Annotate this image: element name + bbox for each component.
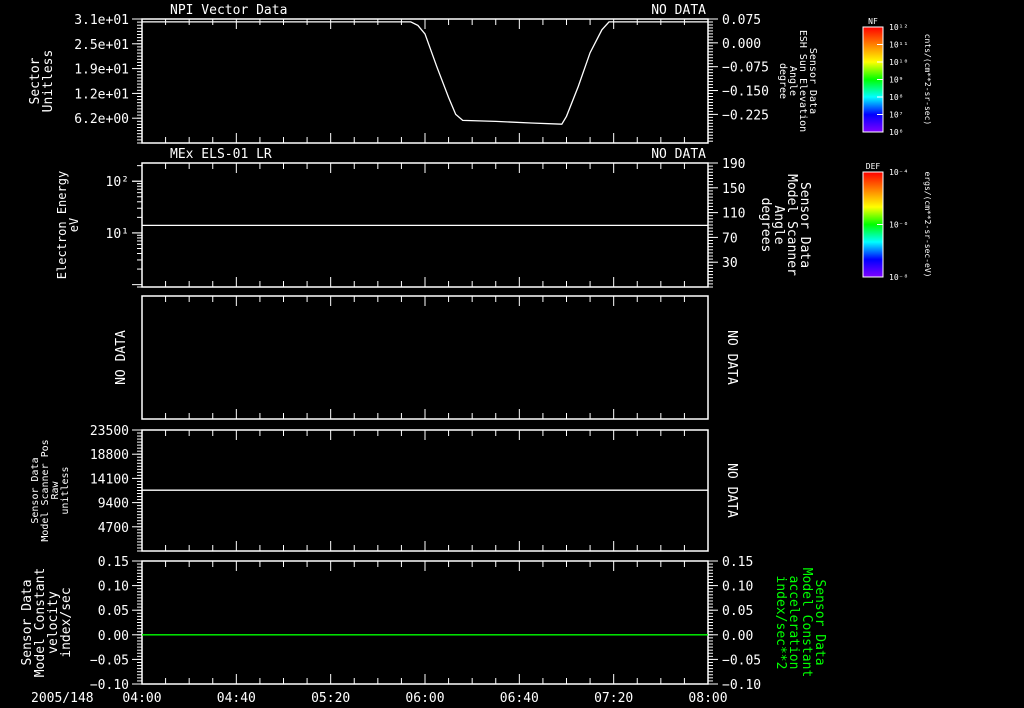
y-tick-label: 14100 xyxy=(90,472,129,487)
time-tick-label: 07:20 xyxy=(594,691,633,706)
y2-tick-label: −0.150 xyxy=(722,85,769,100)
y-axis-label: NO DATA xyxy=(114,330,129,385)
y-axis-label: eV xyxy=(67,218,81,232)
plot-frame xyxy=(141,18,709,144)
y-tick-label: 10² xyxy=(106,175,129,190)
colorbar-label: NF xyxy=(868,17,878,26)
series-line xyxy=(142,21,708,125)
panel-3: NO DATA NO DATA xyxy=(114,295,739,420)
plot-frame xyxy=(141,560,709,685)
y2-axis-label: NO DATA xyxy=(724,330,739,385)
y2-tick-label: 0.05 xyxy=(722,604,753,619)
colorbar-tick-label: 10⁸ xyxy=(889,93,903,102)
time-tick-label: 06:40 xyxy=(500,691,539,706)
colorbar-1: NF 10¹² 10¹¹ 10¹⁰ 10⁹ 10⁸ 10⁷ 10⁶ cnts/(cm**2-sr… xyxy=(862,17,932,137)
y-axis-label: unitless xyxy=(60,466,71,514)
y2-tick-label: 30 xyxy=(722,256,738,271)
y2-tick-label: 150 xyxy=(722,182,745,197)
colorbar-tick-label: 10⁹ xyxy=(889,76,903,85)
y2-tick-label: 0.10 xyxy=(722,580,753,595)
y-tick-label: 1.2e+01 xyxy=(74,87,129,102)
y2-tick-label: −0.225 xyxy=(722,108,769,123)
y-tick-label: 0.00 xyxy=(98,629,129,644)
y2-axis-label: degrees xyxy=(758,198,773,253)
y2-tick-label: 110 xyxy=(722,207,745,222)
y2-tick-label: 190 xyxy=(722,157,745,172)
colorbar-tick-label: 10⁶ xyxy=(889,128,903,137)
y2-tick-label: 0.000 xyxy=(722,37,761,52)
y2-tick-label: 0.15 xyxy=(722,555,753,570)
time-tick-label: 06:00 xyxy=(405,691,444,706)
y2-tick-label: −0.05 xyxy=(722,653,761,668)
panel-4: 23500188001410094004700Sensor Data Model … xyxy=(30,424,739,552)
multi-panel-time-series-plot: NPI Vector Data NO DATA 3.1e+01 2.5e+01 1.9e… xyxy=(20,3,932,706)
y-tick-label: −0.05 xyxy=(90,653,129,668)
colorbar-tick-label: 10¹⁰ xyxy=(889,58,908,67)
panel-1: NPI Vector Data NO DATA 3.1e+01 2.5e+01 1.9e… xyxy=(28,3,818,144)
time-tick-label: 04:00 xyxy=(122,691,161,706)
colorbar-tick-label: 10⁷ xyxy=(889,111,903,120)
y-tick-label: 9400 xyxy=(98,497,129,512)
y2-axis-label: index/sec**2 xyxy=(773,576,788,670)
y-tick-label: 0.15 xyxy=(98,555,129,570)
time-tick-label: 04:40 xyxy=(217,691,256,706)
y-tick-label: 23500 xyxy=(90,424,129,439)
y-tick-label: 18800 xyxy=(90,448,129,463)
plot-frame xyxy=(141,295,709,420)
y2-axis-label: degree xyxy=(777,63,788,99)
y2-axis-label: NO DATA xyxy=(724,463,739,518)
time-tick-label: 08:00 xyxy=(688,691,727,706)
y2-tick-label: 0.075 xyxy=(722,13,761,28)
y-tick-label: 0.05 xyxy=(98,604,129,619)
colorbar-units: cnts/(cm**2-sr-sec) xyxy=(923,34,932,126)
colorbar-tick-label: 10⁻⁴ xyxy=(889,168,908,177)
y-axis-label: Unitless xyxy=(41,50,56,113)
y-tick-label: 6.2e+00 xyxy=(74,112,129,127)
panel-2: MEx ELS-01 LR NO DATA10²10¹1901501107030E… xyxy=(55,147,812,288)
y-tick-label: 1.9e+01 xyxy=(74,63,129,78)
panel-5: 0.15 0.10 0.05 0.00 −0.05 −0.10 0.15 0.10 0.05 0.… xyxy=(20,555,827,693)
colorbar-tick-label: 10⁻⁶ xyxy=(889,221,908,230)
y-tick-label: 2.5e+01 xyxy=(74,38,129,53)
colorbar-tick-label: 10¹² xyxy=(889,23,908,32)
y2-tick-label: 70 xyxy=(722,231,738,246)
y2-tick-label: −0.075 xyxy=(722,61,769,76)
time-tick-label: 05:20 xyxy=(311,691,350,706)
colorbar-label: DEF xyxy=(866,162,881,171)
colorbar-2: DEF 10⁻⁴ 10⁻⁶ 10⁻⁸ ergs/(cm**2-sr-sec-eV) xyxy=(862,162,932,282)
y2-tick-label: 0.00 xyxy=(722,629,753,644)
no-data-status: NO DATA xyxy=(651,147,706,162)
y-tick-label: 0.10 xyxy=(98,580,129,595)
y2-tick-label: −0.10 xyxy=(722,678,761,693)
date-label: 2005/148 xyxy=(31,691,94,706)
panel-title: NPI Vector Data xyxy=(170,3,287,18)
panel-title: MEx ELS-01 LR xyxy=(170,147,272,162)
y-tick-label: 4700 xyxy=(98,521,129,536)
colorbar-tick-label: 10⁻⁸ xyxy=(889,273,908,282)
colorbar-units: ergs/(cm**2-sr-sec-eV) xyxy=(923,172,932,278)
no-data-status: NO DATA xyxy=(651,3,706,18)
y-axis-label: index/sec xyxy=(59,587,74,657)
y-tick-label: 10¹ xyxy=(106,227,129,242)
colorbar-tick-label: 10¹¹ xyxy=(889,41,908,50)
y-tick-label: 3.1e+01 xyxy=(74,13,129,28)
